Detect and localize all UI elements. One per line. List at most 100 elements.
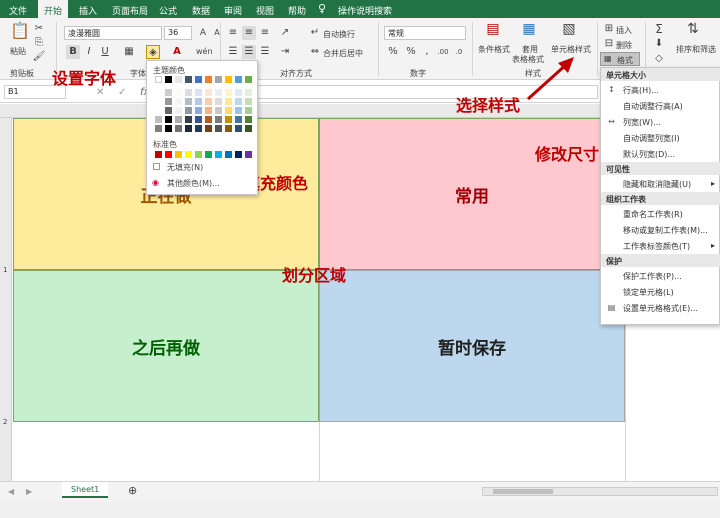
theme-color-swatch[interactable]: [205, 125, 212, 132]
more-colors-option[interactable]: 其他颜色(M)...: [167, 178, 220, 189]
tab-insert[interactable]: 插入: [79, 4, 97, 17]
cell-later[interactable]: 之后再做: [13, 270, 319, 422]
theme-color-swatch[interactable]: [185, 89, 192, 96]
theme-color-swatch[interactable]: [175, 98, 182, 105]
scrollbar-thumb[interactable]: [493, 489, 553, 494]
tab-home[interactable]: 开始: [38, 0, 69, 18]
theme-color-swatch[interactable]: [225, 98, 232, 105]
theme-color-swatch[interactable]: [225, 89, 232, 96]
standard-color-swatch[interactable]: [235, 151, 242, 158]
theme-color-swatch[interactable]: [205, 107, 212, 114]
theme-color-swatch[interactable]: [225, 107, 232, 114]
border-icon[interactable]: ▦: [122, 45, 136, 59]
font-size-field[interactable]: 36: [164, 26, 192, 40]
no-fill-option[interactable]: 无填充(N): [167, 162, 203, 173]
standard-color-swatch[interactable]: [245, 151, 252, 158]
standard-color-swatch[interactable]: [215, 151, 222, 158]
menu-item[interactable]: 保护工作表(P)...: [601, 268, 720, 283]
wrap-text-icon[interactable]: ↵: [308, 26, 322, 40]
format-painter-icon[interactable]: 🖌: [32, 50, 46, 64]
merge-center-button[interactable]: 合并后居中: [323, 48, 363, 59]
prev-sheet-icon[interactable]: ◀: [8, 487, 14, 496]
menu-item[interactable]: 自动调整列宽(I): [601, 130, 720, 145]
menu-item[interactable]: 重命名工作表(R): [601, 206, 720, 221]
theme-color-swatch[interactable]: [185, 98, 192, 105]
tab-file[interactable]: 文件: [9, 4, 27, 17]
menu-item[interactable]: 隐藏和取消隐藏(U) ▸: [601, 176, 720, 191]
theme-color-swatch[interactable]: [245, 107, 252, 114]
theme-color-swatch[interactable]: [175, 107, 182, 114]
enter-icon[interactable]: ✓: [118, 87, 126, 98]
wrap-text-button[interactable]: 自动换行: [323, 29, 355, 40]
paste-button[interactable]: 粘贴: [10, 46, 26, 57]
comma-icon[interactable]: ,: [420, 45, 434, 59]
menu-item[interactable]: 锁定单元格(L): [601, 284, 720, 299]
standard-color-swatch[interactable]: [155, 151, 162, 158]
tab-review[interactable]: 审阅: [224, 4, 242, 17]
increase-font-icon[interactable]: A: [196, 26, 210, 40]
theme-color-swatch[interactable]: [155, 116, 162, 123]
add-sheet-icon[interactable]: ⊕: [128, 484, 137, 497]
theme-color-swatch[interactable]: [215, 89, 222, 96]
conditional-format-icon[interactable]: ▤: [484, 22, 502, 40]
theme-color-swatch[interactable]: [165, 125, 172, 132]
theme-color-swatch[interactable]: [155, 76, 162, 83]
theme-color-swatch[interactable]: [215, 116, 222, 123]
theme-color-swatch[interactable]: [205, 89, 212, 96]
theme-color-swatch[interactable]: [165, 89, 172, 96]
theme-color-swatch[interactable]: [235, 89, 242, 96]
delete-cells-icon[interactable]: ⊟: [602, 37, 616, 51]
tab-page-layout[interactable]: 页面布局: [112, 4, 148, 17]
tab-help[interactable]: 帮助: [288, 4, 306, 17]
phonetic-icon[interactable]: wén: [196, 45, 213, 59]
table-format-icon[interactable]: ▦: [520, 22, 538, 40]
font-name-field[interactable]: 凌漫雅圆: [64, 26, 162, 40]
insert-cells-button[interactable]: 插入: [616, 25, 632, 36]
theme-color-swatch[interactable]: [245, 116, 252, 123]
percent-icon[interactable]: %: [404, 45, 418, 59]
standard-color-swatch[interactable]: [165, 151, 172, 158]
theme-color-swatch[interactable]: [165, 116, 172, 123]
theme-color-swatch[interactable]: [195, 116, 202, 123]
decrease-font-icon[interactable]: A: [210, 26, 224, 40]
cell-style-icon[interactable]: ▧: [560, 22, 578, 40]
theme-color-swatch[interactable]: [185, 107, 192, 114]
theme-color-swatch[interactable]: [215, 125, 222, 132]
tell-me-search[interactable]: 操作说明搜索: [338, 4, 392, 17]
format-button[interactable]: 格式 ▦: [600, 52, 640, 66]
theme-color-swatch[interactable]: [205, 116, 212, 123]
indent-icon[interactable]: ⇥: [278, 45, 292, 59]
align-right-icon[interactable]: ☰: [258, 45, 272, 59]
menu-item[interactable]: 行高(H)... ↕: [601, 82, 720, 97]
theme-color-swatch[interactable]: [195, 89, 202, 96]
theme-color-swatch[interactable]: [205, 98, 212, 105]
align-top-icon[interactable]: ≡: [226, 26, 240, 40]
autosum-icon[interactable]: Σ: [652, 22, 666, 36]
theme-color-swatch[interactable]: [225, 125, 232, 132]
standard-color-swatch[interactable]: [195, 151, 202, 158]
theme-color-swatch[interactable]: [225, 76, 232, 83]
orientation-icon[interactable]: ↗: [278, 26, 292, 40]
fill-down-icon[interactable]: ⬇: [652, 37, 666, 51]
delete-cells-button[interactable]: 删除: [616, 40, 632, 51]
font-color-icon[interactable]: A: [170, 45, 184, 59]
tab-formulas[interactable]: 公式: [159, 4, 177, 17]
conditional-format-button[interactable]: 条件格式: [478, 44, 510, 55]
align-bottom-icon[interactable]: ≡: [258, 26, 272, 40]
italic-icon[interactable]: I: [82, 45, 96, 59]
clipboard-icon[interactable]: 📋: [10, 23, 30, 44]
theme-color-swatch[interactable]: [155, 125, 162, 132]
number-format-select[interactable]: 常规: [384, 26, 466, 40]
standard-color-swatch[interactable]: [225, 151, 232, 158]
menu-item[interactable]: 设置单元格格式(E)... ▤: [601, 300, 720, 315]
underline-icon[interactable]: U: [98, 45, 112, 59]
theme-color-swatch[interactable]: [235, 76, 242, 83]
currency-icon[interactable]: %: [386, 45, 400, 59]
menu-item[interactable]: 自动调整行高(A): [601, 98, 720, 113]
theme-color-swatch[interactable]: [245, 76, 252, 83]
sheet-tab-sheet1[interactable]: Sheet1: [62, 482, 108, 498]
align-center-icon[interactable]: ☰: [242, 45, 256, 59]
theme-color-swatch[interactable]: [195, 125, 202, 132]
cell-temp-save[interactable]: 暂时保存: [319, 270, 625, 422]
theme-color-swatch[interactable]: [215, 76, 222, 83]
